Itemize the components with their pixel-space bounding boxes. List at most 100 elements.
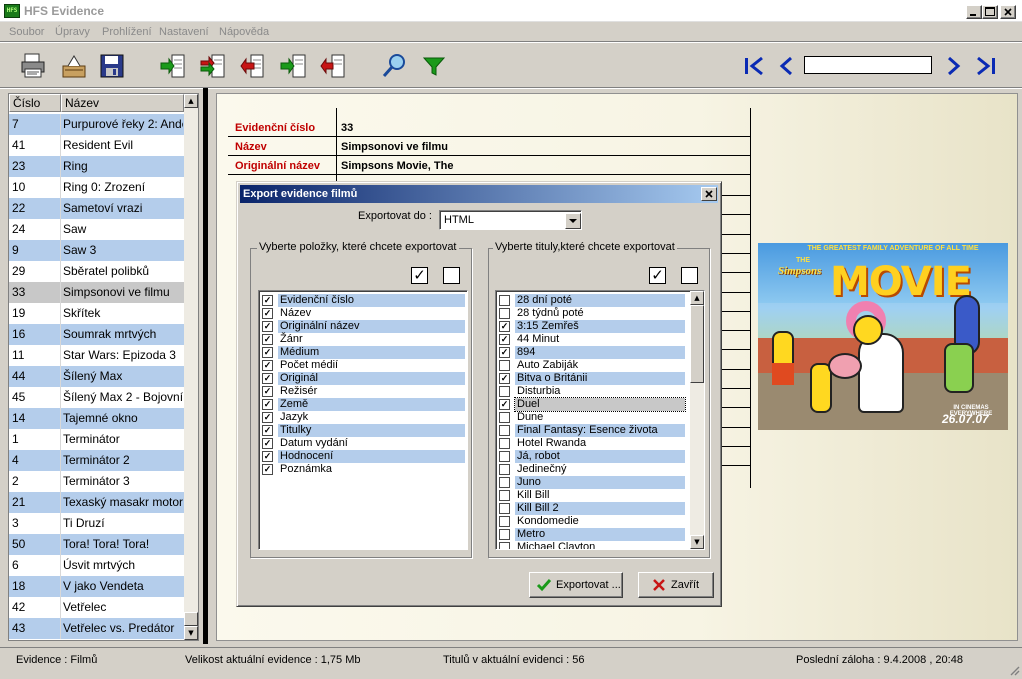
list-scrollbar[interactable]: ▲ ▼ (184, 94, 198, 640)
resize-grip-icon[interactable] (1008, 664, 1020, 676)
checkbox[interactable] (499, 490, 510, 501)
add-right-button[interactable] (279, 52, 307, 80)
scroll-up-button[interactable]: ▲ (184, 94, 198, 108)
fields-uncheck-all[interactable] (443, 267, 460, 284)
title-item[interactable]: Disturbia (499, 385, 685, 398)
list-item[interactable]: 21 Texaský masakr motorovou pilou (9, 492, 184, 513)
title-item[interactable]: 28 dní poté (499, 294, 685, 307)
menu-napoveda[interactable]: Nápověda (219, 26, 269, 38)
list-item[interactable]: 16 Soumrak mrtvých (9, 324, 184, 345)
save-button[interactable] (98, 52, 126, 80)
title-item[interactable]: 28 týdnů poté (499, 307, 685, 320)
print-button[interactable] (19, 52, 47, 80)
title-item[interactable]: Juno (499, 476, 685, 489)
menu-prohlizeni[interactable]: Prohlížení (102, 26, 152, 38)
checkbox[interactable]: ✓ (262, 295, 273, 306)
list-item[interactable]: 18 V jako Vendeta (9, 576, 184, 597)
checkbox[interactable]: ✓ (499, 334, 510, 345)
checkbox[interactable]: ✓ (262, 438, 273, 449)
list-item[interactable]: 10 Ring 0: Zrození (9, 177, 184, 198)
title-item[interactable]: ✓ 44 Minut (499, 333, 685, 346)
list-item[interactable]: 14 Tajemné okno (9, 408, 184, 429)
titles-check-all[interactable]: ✓ (649, 267, 666, 284)
list-item[interactable]: 43 Vetřelec vs. Predátor (9, 618, 184, 639)
field-item[interactable]: ✓ Evidenční číslo (262, 294, 465, 307)
titles-scrollbar[interactable]: ▲ ▼ (690, 291, 704, 549)
checkbox[interactable]: ✓ (262, 373, 273, 384)
list-item[interactable]: 19 Skřítek (9, 303, 184, 324)
field-item[interactable]: ✓ Poznámka (262, 463, 465, 476)
list-item[interactable]: 2 Terminátor 3 (9, 471, 184, 492)
column-header-number[interactable]: Číslo (9, 94, 61, 112)
list-item[interactable]: 33 Simpsonovi ve filmu (9, 282, 184, 303)
checkbox[interactable]: ✓ (499, 373, 510, 384)
field-item[interactable]: ✓ Žánr (262, 333, 465, 346)
checkbox[interactable]: ✓ (262, 451, 273, 462)
scroll-thumb[interactable] (690, 305, 704, 383)
checkbox[interactable] (499, 295, 510, 306)
title-item[interactable]: Kill Bill 2 (499, 502, 685, 515)
menu-nastaveni[interactable]: Nastavení (159, 26, 209, 38)
list-item[interactable]: 7 Purpurové řeky 2: Andělé apokalypsy (9, 114, 184, 135)
scroll-down-button[interactable]: ▼ (690, 535, 704, 549)
list-item[interactable]: 42 Vetřelec (9, 597, 184, 618)
checkbox[interactable] (499, 360, 510, 371)
menu-soubor[interactable]: Soubor (9, 26, 44, 38)
panel-splitter[interactable] (203, 88, 208, 644)
field-item[interactable]: ✓ Originální název (262, 320, 465, 333)
checkbox[interactable]: ✓ (262, 399, 273, 410)
list-item[interactable]: 50 Tora! Tora! Tora! (9, 534, 184, 555)
checkbox[interactable] (499, 412, 510, 423)
checkbox[interactable] (499, 451, 510, 462)
import-all-button[interactable] (199, 52, 227, 80)
title-item[interactable]: Jedinečný (499, 463, 685, 476)
checkbox[interactable]: ✓ (262, 347, 273, 358)
title-item[interactable]: Kondomedie (499, 515, 685, 528)
titles-uncheck-all[interactable] (681, 267, 698, 284)
title-item[interactable]: Hotel Rwanda (499, 437, 685, 450)
last-record-button[interactable] (972, 52, 1000, 80)
remove-button[interactable] (239, 52, 267, 80)
title-item[interactable]: Metro (499, 528, 685, 541)
checkbox[interactable]: ✓ (262, 308, 273, 319)
field-item[interactable]: ✓ Titulky (262, 424, 465, 437)
checkbox[interactable] (499, 516, 510, 527)
checkbox[interactable]: ✓ (262, 360, 273, 371)
next-record-button[interactable] (940, 52, 968, 80)
checkbox[interactable]: ✓ (499, 347, 510, 358)
title-item[interactable]: Kill Bill (499, 489, 685, 502)
field-item[interactable]: ✓ Název (262, 307, 465, 320)
previous-record-button[interactable] (772, 52, 800, 80)
dialog-close-button[interactable] (701, 187, 717, 201)
record-search-input[interactable] (804, 56, 932, 74)
list-item[interactable]: 22 Sametoví vrazi (9, 198, 184, 219)
title-item[interactable]: Final Fantasy: Esence života (499, 424, 685, 437)
list-item[interactable]: 45 Šílený Max 2 - Bojovník silnic (9, 387, 184, 408)
checkbox[interactable]: ✓ (262, 425, 273, 436)
list-item[interactable]: 23 Ring (9, 156, 184, 177)
field-item[interactable]: ✓ Režisér (262, 385, 465, 398)
remove-right-button[interactable] (319, 52, 347, 80)
title-item[interactable]: Dune (499, 411, 685, 424)
checkbox[interactable]: ✓ (262, 412, 273, 423)
checkbox[interactable] (499, 464, 510, 475)
export-format-select[interactable]: HTML (439, 210, 582, 230)
list-item[interactable]: 41 Resident Evil (9, 135, 184, 156)
checkbox[interactable] (499, 308, 510, 319)
field-item[interactable]: ✓ Originál (262, 372, 465, 385)
checkbox[interactable] (499, 529, 510, 540)
title-item[interactable]: ✓ 3:15 Zemřeš (499, 320, 685, 333)
field-item[interactable]: ✓ Počet médií (262, 359, 465, 372)
list-item[interactable]: 1 Terminátor (9, 429, 184, 450)
minimize-button[interactable] (966, 5, 982, 19)
film-list[interactable]: Číslo Název 7 Purpurové řeky 2: Andělé ap… (8, 93, 199, 641)
checkbox[interactable] (499, 477, 510, 488)
search-button[interactable] (380, 52, 408, 80)
title-item[interactable]: ✓ Duel (499, 397, 686, 412)
column-header-name[interactable]: Název (61, 94, 184, 112)
list-item[interactable]: 6 Úsvit mrtvých (9, 555, 184, 576)
checkbox[interactable]: ✓ (262, 464, 273, 475)
title-item[interactable]: Michael Clayton (499, 541, 685, 549)
checkbox[interactable] (499, 438, 510, 449)
title-item[interactable]: ✓ Bitva o Británii (499, 372, 685, 385)
